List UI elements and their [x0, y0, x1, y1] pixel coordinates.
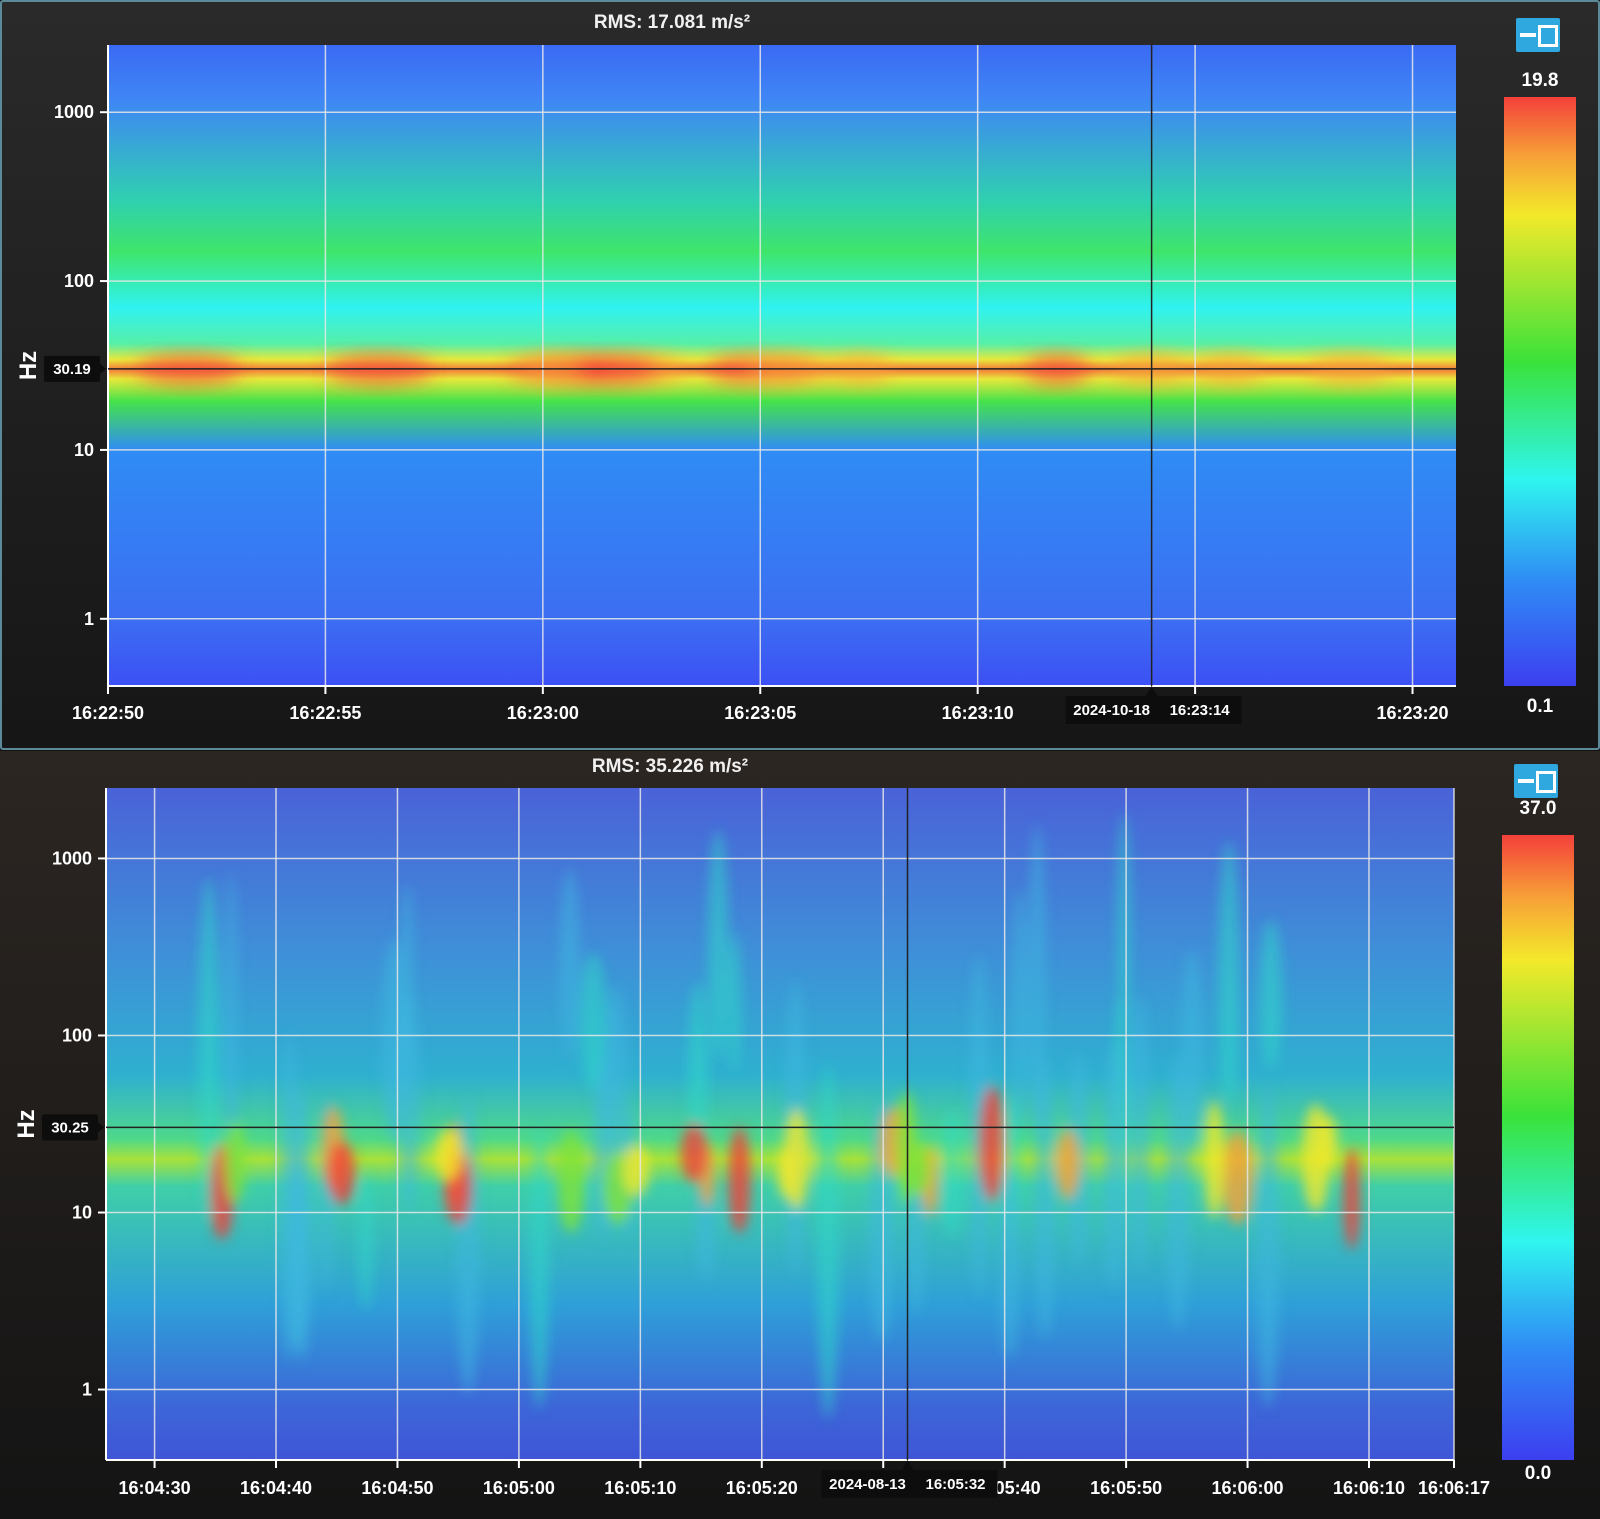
- x-tick-label: 16:05:20: [726, 1478, 798, 1498]
- x-tick-label: 16:06:00: [1212, 1478, 1284, 1498]
- y-axis-label: Hz: [13, 1109, 40, 1138]
- x-tick-label: 16:23:00: [507, 703, 579, 723]
- spectrogram-panel-bottom: RMS: 35.226 m/s² 16:04:30 16:04:40 16:04:5…: [0, 751, 1600, 1519]
- colorbar: [1504, 97, 1576, 686]
- heatmap-cell: [1034, 1058, 1056, 1340]
- spectrogram-chart-top[interactable]: 16:22:50 16:22:55 16:23:00 16:23:05 16:23:10…: [2, 2, 1600, 752]
- y-tick-label: 10: [74, 440, 94, 460]
- cursor-y-readout: 30.25: [51, 1119, 89, 1136]
- heatmap-cell: [978, 1085, 1005, 1202]
- cursor-y-pointer: [100, 363, 106, 374]
- colorbar-min-label: 0.0: [1525, 1463, 1551, 1484]
- x-tick-label: 16:23:20: [1376, 703, 1448, 723]
- cursor-time-readout: 16:05:32: [925, 1476, 985, 1493]
- heatmap-cell: [939, 1109, 965, 1238]
- x-tick-label: 16:06:10: [1333, 1478, 1405, 1498]
- heatmap-cell: [1222, 1130, 1254, 1225]
- y-tick-label: 10: [72, 1203, 92, 1223]
- heatmap-cell: [727, 933, 742, 1072]
- heatmap-cell: [817, 1065, 840, 1420]
- window-restore-icon[interactable]: [1514, 764, 1558, 798]
- y-tick-label: 1000: [54, 102, 94, 122]
- heatmap-cell: [777, 1147, 795, 1199]
- heatmap-cell: [224, 1121, 247, 1202]
- heatmap-cell: [728, 1126, 751, 1234]
- heatmap-cell: [580, 952, 607, 1089]
- heatmap-cell: [327, 1141, 356, 1205]
- x-tick-label: 16:22:55: [289, 703, 361, 723]
- colorbar: [1502, 835, 1574, 1460]
- x-tick-label: 16:23:10: [942, 703, 1014, 723]
- heatmap-cell: [1218, 841, 1240, 1106]
- heatmap-cell: [896, 1092, 918, 1204]
- spectrogram-chart-bottom[interactable]: 16:04:30 16:04:40 16:04:50 16:05:00 16:05:10…: [0, 751, 1600, 1519]
- cursor-x-pointer: [1145, 686, 1158, 696]
- x-tick-label: 16:04:30: [119, 1478, 191, 1498]
- colorbar-max-label: 19.8: [1522, 70, 1559, 91]
- heatmap-cell: [557, 1129, 585, 1233]
- colorbar-max-label: 37.0: [1520, 798, 1557, 819]
- heatmap-cell: [1204, 1101, 1225, 1219]
- heatmap-cell: [622, 1145, 650, 1197]
- colorbar-min-label: 0.1: [1527, 696, 1554, 717]
- cursor-y-pointer: [98, 1122, 104, 1133]
- heatmap-cell: [1181, 948, 1203, 1151]
- heatmap-cell: [1056, 1128, 1080, 1200]
- x-tick-label: 16:05:50: [1090, 1478, 1162, 1498]
- heatmap-cell: [358, 1172, 374, 1311]
- y-tick-label: 1: [84, 609, 94, 629]
- x-tick-label: 16:23:05: [724, 703, 796, 723]
- heatmap-cell: [1259, 920, 1283, 1069]
- y-tick-label: 1: [82, 1380, 92, 1400]
- cursor-date-readout: 2024-10-18: [1073, 702, 1150, 719]
- heatmap-cell: [291, 1155, 307, 1351]
- y-tick-label: 100: [62, 1025, 92, 1045]
- heatmap-cell: [999, 1168, 1020, 1359]
- heatmap-cell: [1256, 1083, 1280, 1407]
- x-tick-label: 16:05:10: [604, 1478, 676, 1498]
- heatmap-cell: [560, 868, 580, 1058]
- x-tick-label: 16:04:40: [240, 1478, 312, 1498]
- x-tick-label: 16:06:17: [1418, 1478, 1490, 1498]
- y-tick-label: 1000: [52, 848, 92, 868]
- x-tick-label: 16:22:50: [72, 703, 144, 723]
- heatmap-cell: [680, 1123, 708, 1183]
- y-tick-label: 100: [64, 271, 94, 291]
- cursor-x-pointer: [901, 1460, 914, 1470]
- heatmap-cell: [1102, 1044, 1126, 1291]
- heatmap-cell: [1012, 890, 1028, 1132]
- x-tick-label: 16:04:50: [361, 1478, 433, 1498]
- cursor-time-readout: 16:23:14: [1170, 702, 1231, 719]
- heatmap-cell: [1343, 1148, 1361, 1250]
- cursor-y-readout: 30.19: [53, 361, 91, 378]
- window-restore-icon[interactable]: [1516, 18, 1560, 52]
- heatmap-cell: [1301, 1104, 1330, 1213]
- heatmap-cell: [530, 1125, 549, 1409]
- heatmap-cell: [433, 1129, 463, 1181]
- spectrogram-panel-top: RMS: 17.081 m/s² 16:22:50 16:22:55 16:23:0…: [0, 0, 1600, 750]
- x-tick-label: 16:05:00: [483, 1478, 555, 1498]
- cursor-date-readout: 2024-08-13: [829, 1476, 906, 1493]
- heatmap-cell: [708, 830, 729, 1060]
- y-axis-label: Hz: [15, 351, 42, 380]
- heatmap-cell: [1129, 995, 1150, 1273]
